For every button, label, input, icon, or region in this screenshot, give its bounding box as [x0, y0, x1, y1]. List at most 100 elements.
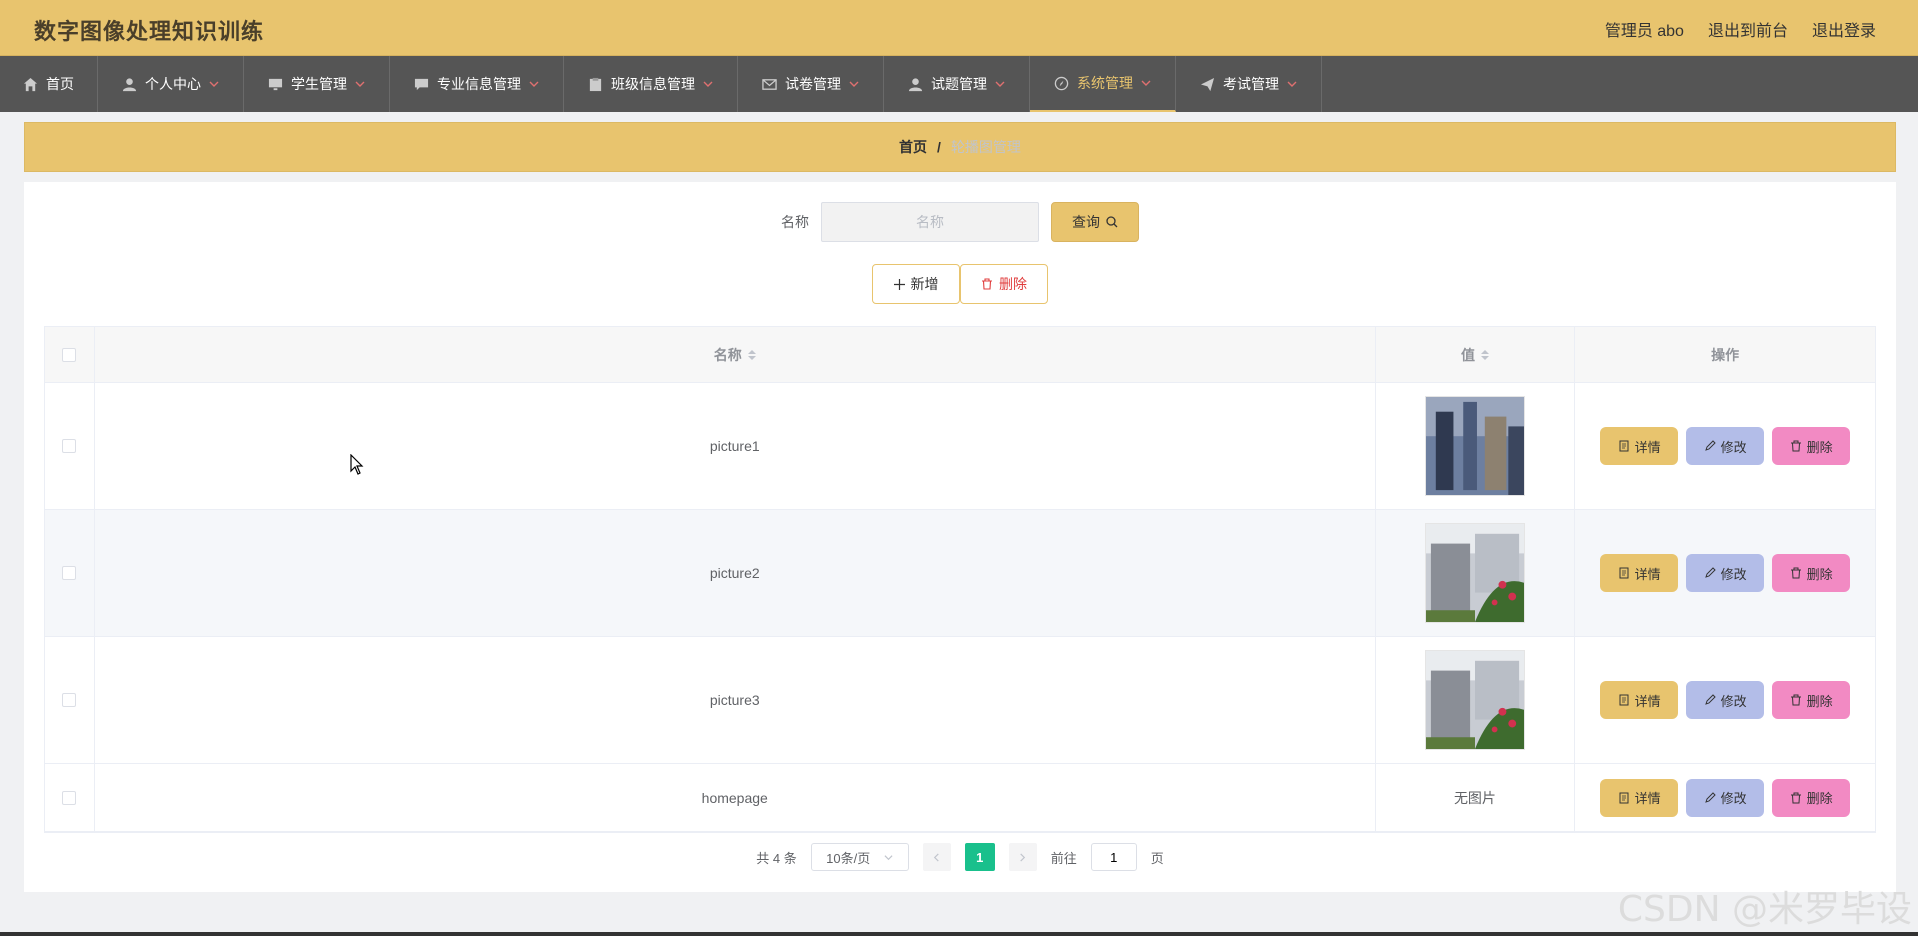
- next-page-button[interactable]: [1008, 843, 1037, 871]
- row-check-cell: [45, 764, 95, 831]
- edit-button[interactable]: 修改: [1686, 778, 1765, 817]
- nav-questions[interactable]: 试题管理: [884, 56, 1030, 112]
- image-thumbnail[interactable]: [1424, 396, 1525, 496]
- edit-label: 修改: [1720, 439, 1747, 455]
- chevron-down-icon: [355, 81, 365, 87]
- detail-button[interactable]: 详情: [1600, 427, 1679, 465]
- query-button[interactable]: 查询: [1051, 202, 1139, 242]
- col-value-label: 值: [1460, 346, 1475, 363]
- add-button[interactable]: 新增: [872, 264, 960, 304]
- search-icon: [1106, 216, 1118, 228]
- chevron-down-icon: [1287, 81, 1297, 87]
- nav-home[interactable]: 首页: [0, 56, 98, 112]
- row-checkbox[interactable]: [62, 693, 77, 707]
- header-name-cell[interactable]: 名称: [95, 327, 1376, 382]
- goto-label: 前往: [1050, 850, 1077, 866]
- document-icon: [1619, 567, 1629, 579]
- breadcrumb: 首页 / 轮播图管理: [24, 122, 1896, 172]
- delete-button[interactable]: 删除: [1772, 681, 1851, 719]
- row-checkbox[interactable]: [62, 566, 77, 580]
- delete-label: 删除: [1806, 566, 1833, 582]
- nav-system-label: 系统管理: [1077, 75, 1133, 91]
- prev-page-button[interactable]: [922, 843, 951, 871]
- page-number[interactable]: 1: [964, 843, 995, 871]
- nav-students[interactable]: 学生管理: [244, 56, 390, 112]
- image-thumbnail[interactable]: [1424, 523, 1525, 623]
- row-checkbox[interactable]: [62, 439, 77, 453]
- chevron-down-icon: [1141, 80, 1151, 86]
- chevron-down-icon: [995, 81, 1005, 87]
- search-input[interactable]: [821, 202, 1039, 242]
- document-icon: [1619, 694, 1629, 706]
- nav-classes[interactable]: 班级信息管理: [564, 56, 738, 112]
- row-name-cell: picture3: [95, 637, 1376, 763]
- row-check-cell: [45, 637, 95, 763]
- row-value-cell: [1376, 510, 1576, 636]
- nav-papers[interactable]: 试卷管理: [738, 56, 884, 112]
- edit-label: 修改: [1720, 693, 1747, 709]
- row-name-cell: picture2: [95, 510, 1376, 636]
- delete-button[interactable]: 删除: [1772, 554, 1851, 592]
- edit-icon: [1704, 567, 1716, 578]
- row-value-cell: [1376, 383, 1576, 509]
- edit-button[interactable]: 修改: [1686, 554, 1765, 592]
- search-form: 名称 查询: [24, 202, 1896, 242]
- delete-label: 删除: [1806, 791, 1833, 806]
- mouse-cursor-icon: [350, 454, 364, 475]
- chevron-left-icon: [934, 852, 939, 862]
- row-checkbox[interactable]: [62, 790, 77, 805]
- detail-button[interactable]: 详情: [1600, 554, 1679, 592]
- user-icon: [122, 77, 137, 91]
- logout-link[interactable]: 退出登录: [1812, 17, 1876, 41]
- search-label: 名称: [781, 214, 809, 230]
- edit-label: 修改: [1720, 791, 1747, 806]
- detail-label: 详情: [1634, 693, 1661, 709]
- top-header: 数字图像处理知识训练 管理员 abo 退出到前台 退出登录: [0, 0, 1918, 56]
- nav-classes-label: 班级信息管理: [611, 76, 695, 92]
- plus-icon: [893, 278, 905, 290]
- sort-icon[interactable]: [747, 349, 756, 360]
- delete-label: 删除: [1806, 693, 1833, 709]
- add-button-label: 新增: [910, 276, 939, 292]
- detail-button[interactable]: 详情: [1600, 681, 1679, 719]
- page-suffix: 页: [1150, 850, 1164, 866]
- nav-exams[interactable]: 考试管理: [1176, 56, 1322, 112]
- edit-label: 修改: [1720, 566, 1747, 582]
- edit-button[interactable]: 修改: [1686, 681, 1765, 719]
- goto-page-input[interactable]: [1090, 843, 1137, 871]
- page-size-select[interactable]: 10条/页: [810, 843, 909, 871]
- detail-button[interactable]: 详情: [1600, 778, 1679, 817]
- table-row: picture1 详情 修改 删除: [45, 383, 1875, 510]
- row-actions: 详情 修改 删除: [1575, 383, 1875, 509]
- nav-personal[interactable]: 个人中心: [98, 56, 244, 112]
- delete-button[interactable]: 删除: [1772, 778, 1851, 817]
- pagination: 共 4 条 10条/页 1 前往 页: [24, 842, 1896, 872]
- sort-icon[interactable]: [1480, 349, 1489, 360]
- nav-questions-label: 试题管理: [931, 76, 987, 92]
- watermark: CSDN @米罗毕设: [1617, 889, 1912, 930]
- chevron-down-icon: [703, 81, 713, 87]
- total-count: 共 4 条: [756, 850, 797, 866]
- to-front-link[interactable]: 退出到前台: [1708, 17, 1788, 41]
- nav-majors[interactable]: 专业信息管理: [390, 56, 564, 112]
- header-value-cell[interactable]: 值: [1376, 327, 1576, 382]
- edit-button[interactable]: 修改: [1686, 427, 1765, 465]
- nav-students-label: 学生管理: [291, 76, 347, 92]
- delete-button[interactable]: 删除: [1772, 427, 1851, 465]
- nav-system[interactable]: 系统管理: [1030, 56, 1176, 112]
- trash-icon: [1790, 694, 1801, 706]
- chevron-down-icon: [849, 81, 859, 87]
- col-name-label: 名称: [713, 346, 742, 363]
- breadcrumb-home[interactable]: 首页: [899, 137, 927, 157]
- trash-icon: [1790, 792, 1801, 803]
- image-thumbnail[interactable]: [1424, 650, 1525, 750]
- select-all-checkbox[interactable]: [62, 347, 77, 362]
- batch-delete-button[interactable]: 删除: [960, 264, 1048, 304]
- table-header: 名称 值 操作: [45, 327, 1875, 383]
- mail-icon: [762, 78, 777, 90]
- monitor-icon: [268, 78, 283, 90]
- row-name-cell: picture1: [95, 383, 1376, 509]
- compass-icon: [1054, 76, 1069, 90]
- row-check-cell: [45, 510, 95, 636]
- table-row: homepage 无图片 详情 修改 删除: [45, 764, 1875, 832]
